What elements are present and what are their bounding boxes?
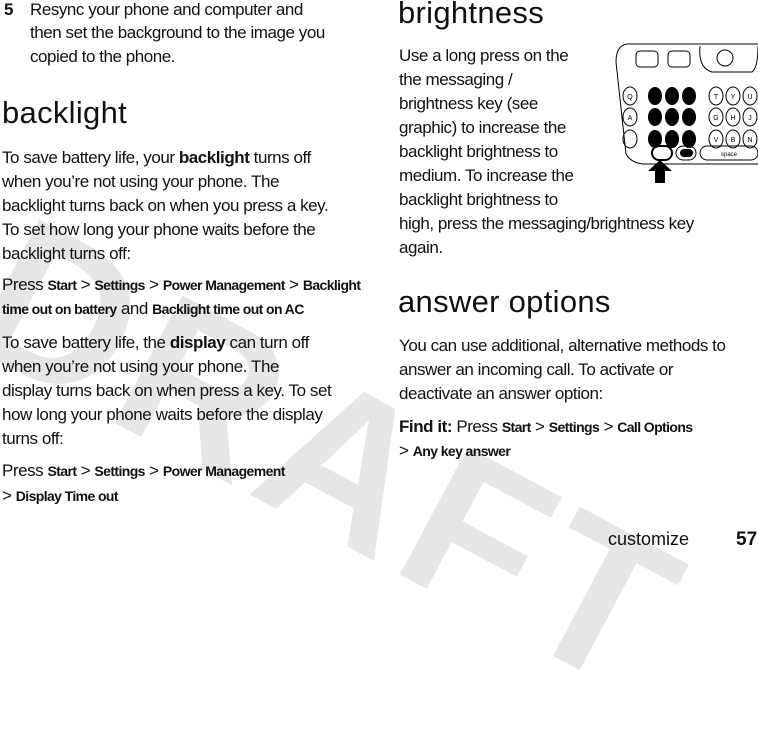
menu-start: Start (501, 419, 532, 435)
paragraph-line: when you’re not using your phone. The (2, 357, 279, 376)
sep: > (530, 417, 549, 436)
menu-path-display-cont: > Display Time out (2, 486, 119, 506)
paragraph-line: To save battery life, your backlight tur… (2, 148, 311, 168)
key-label: Q (627, 94, 633, 101)
backlight-heading: backlight (2, 95, 128, 130)
step-number: 5 (4, 0, 14, 19)
menu-start: Start (47, 277, 77, 293)
find-it-path: Find it: Press Start > Settings > Call O… (399, 417, 693, 437)
paragraph-line: backlight brightness to (399, 190, 558, 209)
paragraph-line: display turns back on when press a key. … (2, 381, 332, 400)
paragraph-line: medium. To increase the (399, 166, 574, 185)
paragraph-line: deactivate an answer option: (399, 384, 603, 403)
paragraph-line: again. (399, 238, 443, 257)
step-line: copied to the phone. (30, 47, 176, 66)
paragraph-line: how long your phone waits before the dis… (2, 405, 323, 424)
paragraph-line: brightness key (see (399, 94, 538, 113)
sep: > (144, 461, 163, 480)
menu-backlight-ac: Backlight time out on AC (152, 301, 304, 317)
menu-settings: Settings (94, 277, 145, 293)
menu-call-options: Call Options (617, 419, 693, 435)
key-label: T (714, 94, 719, 101)
menu-power-management: Power Management (162, 277, 285, 293)
menu-path-backlight-cont: time out on battery and Backlight time o… (2, 299, 304, 319)
key-label: G (713, 115, 718, 122)
text: Press (2, 461, 48, 480)
key-label: H (730, 115, 735, 122)
term-backlight: backlight (178, 148, 250, 167)
text: and (116, 299, 153, 318)
text: Press (2, 275, 48, 294)
menu-backlight-battery: time out on battery (2, 301, 117, 317)
sep: > (599, 417, 618, 436)
text: can turn off (225, 333, 310, 352)
sep: > (76, 461, 95, 480)
step-line: then set the background to the image you (30, 23, 325, 42)
paragraph-line: To save battery life, the display can tu… (2, 333, 309, 353)
sep: > (2, 486, 16, 505)
key-label: U (747, 94, 752, 101)
menu-display-time-out: Display Time out (15, 488, 119, 504)
menu-settings: Settings (548, 419, 600, 435)
paragraph-line: Use a long press on the (399, 46, 569, 65)
find-it-path-cont: > Any key answer (399, 441, 511, 461)
paragraph-line: graphic) to increase the (399, 118, 566, 137)
text: turns off (249, 148, 312, 167)
menu-any-key-answer: Any key answer (412, 443, 511, 459)
sep: > (76, 275, 95, 294)
paragraph-line: You can use additional, alternative meth… (399, 336, 726, 355)
key-label: Y (731, 94, 736, 101)
paragraph-line: the messaging / (399, 70, 513, 89)
text: Press (452, 417, 502, 436)
paragraph-line: backlight brightness to (399, 142, 558, 161)
paragraph-line: To set how long your phone waits before … (2, 220, 316, 239)
sep: > (284, 275, 303, 294)
term-display: display (169, 333, 226, 352)
key-label: B (731, 137, 736, 144)
menu-settings: Settings (94, 463, 145, 479)
menu-path-display: Press Start > Settings > Power Managemen… (2, 461, 285, 481)
find-it-label: Find it: (399, 417, 453, 436)
paragraph-line: turns off: (2, 429, 64, 448)
key-label: J (748, 115, 752, 122)
key-label: N (747, 137, 752, 144)
menu-path-backlight: Press Start > Settings > Power Managemen… (2, 275, 361, 295)
answer-options-heading: answer options (398, 284, 611, 319)
step-line: Resync your phone and computer and (30, 0, 303, 19)
paragraph-line: high, press the messaging/brightness key (399, 214, 694, 233)
paragraph-line: backlight turns back on when you press a… (2, 196, 329, 215)
menu-power-management: Power Management (162, 463, 285, 479)
menu-backlight-battery: Backlight (302, 277, 361, 293)
paragraph-line: answer an incoming call. To activate or (399, 360, 674, 379)
paragraph-line: when you’re not using your phone. The (2, 172, 279, 191)
text: To save battery life, your (2, 148, 179, 167)
brightness-heading: brightness (398, 0, 545, 30)
text: To save battery life, the (2, 333, 170, 352)
key-label: V (714, 137, 719, 144)
keyboard-graphic: Q A T Y U G H J V B N space (615, 43, 758, 183)
sep: > (144, 275, 163, 294)
sep: > (399, 441, 413, 460)
paragraph-line: backlight turns off: (2, 244, 131, 263)
key-label: A (628, 115, 633, 122)
space-key-label: space (721, 152, 738, 158)
page-number: 57 (736, 529, 758, 550)
menu-start: Start (47, 463, 77, 479)
